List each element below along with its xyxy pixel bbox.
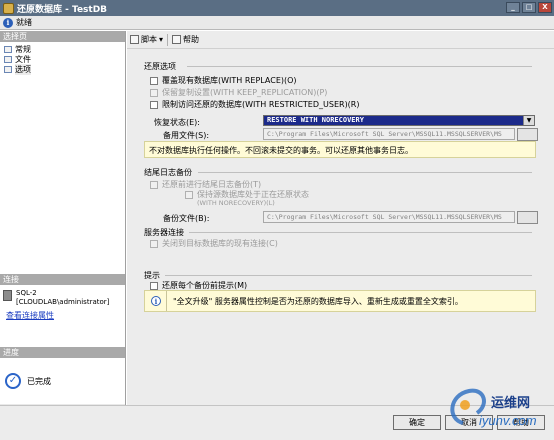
page-item-files[interactable]: 文件 [0,54,125,64]
script-button[interactable]: 脚本 ▾ [130,34,163,45]
page-icon [4,45,12,53]
server-connections-title: 服务器连接 [144,228,184,237]
info-icon: i [151,296,161,306]
keep-replication-option: 保留复制设置(WITH KEEP_REPLICATION)(P) [150,87,327,98]
close-button[interactable]: X [538,2,552,13]
recovery-info-box: 不对数据库执行任何操作。不回滚未提交的事务。可以还原其他事务日志。 [144,141,536,158]
status-bar: i 就绪 [0,16,554,30]
recovery-state-label: 恢复状态(E): [154,118,200,127]
restore-options-title: 还原选项 [144,62,176,71]
chevron-down-icon: ▼ [523,116,534,125]
watermark-en: iyunv.com [479,413,537,428]
recovery-state-select[interactable]: RESTORE WITH NORECOVERY ▼ [263,115,535,126]
connection-header: 连接 [0,274,125,285]
watermark-logo: 运维网 iyunv.com [445,383,545,431]
pages-header: 选择页 [0,31,125,42]
help-toolbar-button[interactable]: 帮助 [172,34,199,45]
keep-replication-label: 保留复制设置(WITH KEEP_REPLICATION)(P) [162,88,328,97]
progress-area: ✓ 已完成 [0,358,125,404]
take-tail-log-checkbox [150,180,158,189]
progress-text: 已完成 [27,376,51,386]
backup-browse-button[interactable] [517,211,538,224]
close-connections-option: 关闭到目标数据库的现有连接(C) [150,238,278,249]
recovery-info-text: 不对数据库执行任何操作。不回滚未提交的事务。可以还原其他事务日志。 [149,146,413,155]
page-item-general[interactable]: 常规 [0,44,125,54]
help-icon [172,35,182,44]
prompt-before-checkbox[interactable] [150,281,158,290]
options-pane: 脚本 ▾ 帮助 还原选项 覆盖现有数据库(WITH REPLACE)(O) 保留… [127,31,554,405]
restricted-user-option[interactable]: 限制访问还原的数据库(WITH RESTRICTED_USER)(R) [150,99,360,110]
leave-restoring-sublabel: (WITH NORECOVERY)(L) [197,199,275,207]
minimize-button[interactable]: _ [506,2,520,13]
page-icon [4,55,12,63]
maximize-button[interactable]: □ [522,2,536,13]
fulltext-info-box: i "全文升级" 服务器属性控制是否为还原的数据库导入、重新生成或重置全文索引。 [144,290,536,312]
status-text: 就绪 [16,18,32,27]
restricted-user-label: 限制访问还原的数据库(WITH RESTRICTED_USER)(R) [162,100,360,109]
backup-file-input[interactable]: C:\Program Files\Microsoft SQL Server\MS… [263,211,515,223]
toolbar: 脚本 ▾ 帮助 [127,31,554,49]
section-divider [189,232,532,233]
recovery-state-value: RESTORE WITH NORECOVERY [264,116,523,125]
section-divider [187,66,532,67]
restricted-user-checkbox[interactable] [150,100,158,109]
keep-replication-checkbox [150,88,158,97]
close-connections-checkbox [150,239,158,248]
overwrite-option[interactable]: 覆盖现有数据库(WITH REPLACE)(O) [150,75,297,86]
leave-restoring-checkbox [185,191,193,199]
help-label: 帮助 [183,35,200,44]
title-bar: 还原数据库 - TestDB _ □ X [0,0,554,16]
page-item-options[interactable]: 选项 [0,63,125,75]
close-connections-label: 关闭到目标数据库的现有连接(C) [162,239,278,248]
toolbar-divider [167,33,169,46]
overwrite-label: 覆盖现有数据库(WITH REPLACE)(O) [162,76,297,85]
take-tail-log-option: 还原前进行结尾日志备份(T) [150,179,261,190]
ok-button[interactable]: 确定 [393,415,441,430]
section-divider [165,275,532,276]
connection-user: [CLOUDLAB\administrator] [16,298,110,306]
restore-db-icon [3,2,14,14]
backup-file-label: 备份文件(B): [163,214,210,223]
overwrite-checkbox[interactable] [150,76,158,85]
section-divider [198,172,532,173]
window-title: 还原数据库 - TestDB [17,4,108,15]
connection-server: SQL-2 [16,289,37,297]
progress-header: 进度 [0,347,125,358]
standby-browse-button[interactable] [517,128,538,141]
leave-restoring-option: 保持源数据库处于正在还原状态 (WITH NORECOVERY)(L) [185,191,309,207]
watermark-cn: 运维网 [491,395,530,410]
pages-list: 常规 文件 选项 [0,42,125,274]
script-label: 脚本 [141,35,157,44]
left-pane: 选择页 常规 文件 选项 连接 SQL-2 [CLOUDLAB\administ… [0,31,126,405]
leave-restoring-label: 保持源数据库处于正在还原状态 [197,190,309,199]
info-divider [166,291,167,311]
completed-icon: ✓ [5,373,21,389]
standby-file-label: 备用文件(S): [163,131,210,140]
tail-log-title: 结尾日志备份 [144,168,192,177]
info-icon: i [3,17,13,28]
view-connection-properties-link[interactable]: 查看连接属性 [6,310,54,321]
page-icon [4,65,12,73]
server-icon [3,290,12,301]
fulltext-info-text: "全文升级" 服务器属性控制是否为还原的数据库导入、重新生成或重置全文索引。 [173,297,463,306]
script-icon [130,35,139,44]
page-item-label: 选项 [15,63,31,75]
watermark-swirl-icon: 运维网 iyunv.com [450,388,537,428]
take-tail-log-label: 还原前进行结尾日志备份(T) [162,180,262,189]
standby-file-input[interactable]: C:\Program Files\Microsoft SQL Server\MS… [263,128,515,140]
chevron-down-icon: ▾ [159,35,164,44]
